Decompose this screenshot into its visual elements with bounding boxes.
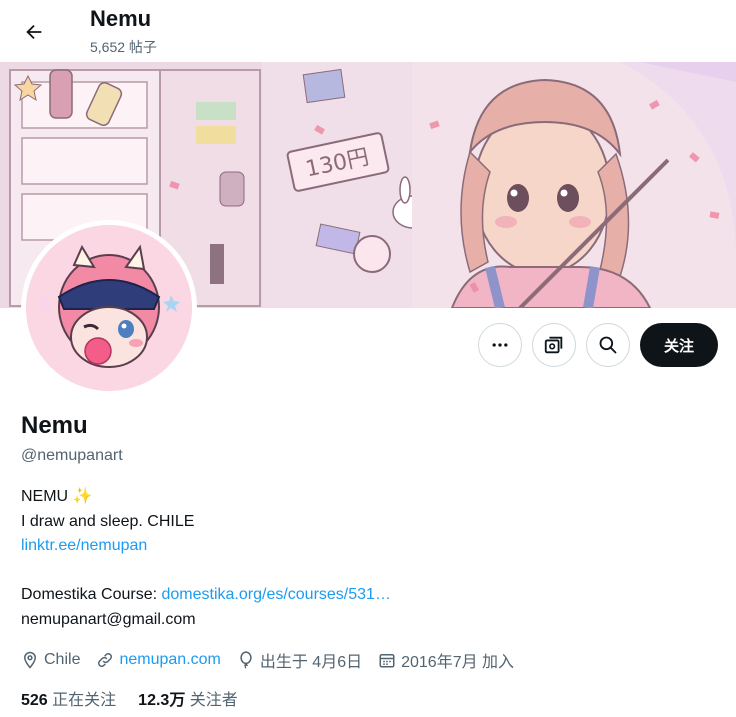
subscribe-icon xyxy=(544,336,563,354)
following-label: 正在关注 xyxy=(52,692,117,709)
birthday-text: 出生于 4月6日 xyxy=(259,654,363,671)
avatar-illustration xyxy=(26,225,192,391)
linktree-link[interactable]: linktr.ee/nemupan xyxy=(21,537,147,554)
following-count: 526 xyxy=(21,692,48,709)
more-icon xyxy=(492,343,508,347)
bio-spacer xyxy=(21,559,391,584)
profile-bio: NEMU ✨ I draw and sleep. CHILE linktr.ee… xyxy=(21,485,391,632)
profile-stats: 526 正在关注 12.3万 关注者 xyxy=(21,686,238,710)
birthday-item: 出生于 4月6日 xyxy=(237,648,362,672)
profile-name: Nemu xyxy=(21,412,88,439)
website-link[interactable]: nemupan.com xyxy=(119,651,220,669)
follow-button[interactable]: 关注 xyxy=(640,323,718,367)
course-link[interactable]: domestika.org/es/courses/531… xyxy=(162,586,391,603)
search-button[interactable] xyxy=(586,323,630,367)
profile-avatar[interactable] xyxy=(21,220,197,396)
calendar-icon xyxy=(379,654,395,668)
balloon-icon xyxy=(240,651,252,669)
profile-meta: Chile nemupan.com 出生于 4月6日 2016年7月 加入 xyxy=(21,648,514,672)
course-label: Domestika Course: xyxy=(21,586,162,603)
location-item: Chile xyxy=(21,651,80,669)
page-title: Nemu xyxy=(90,6,152,31)
joined-text: 2016年7月 加入 xyxy=(401,654,515,671)
followers-label: 关注者 xyxy=(189,692,238,709)
following-stat[interactable]: 526 正在关注 xyxy=(21,686,116,710)
profile-handle: @nemupanart xyxy=(21,447,123,464)
search-icon xyxy=(599,336,617,354)
bio-line-2: I draw and sleep. CHILE xyxy=(21,512,195,530)
arrow-left-icon xyxy=(26,24,42,40)
followers-stat[interactable]: 12.3万 关注者 xyxy=(138,686,238,710)
link-icon xyxy=(98,652,113,668)
bio-line-1: NEMU ✨ xyxy=(21,488,93,505)
bio-email: nemupanart@gmail.com xyxy=(21,610,196,628)
subscribe-button[interactable] xyxy=(532,323,576,367)
avatar xyxy=(26,225,192,391)
location-pin-icon xyxy=(23,651,37,669)
joined-item: 2016年7月 加入 xyxy=(378,648,514,672)
back-button[interactable] xyxy=(14,12,54,52)
location-text: Chile xyxy=(44,651,81,668)
profile-actions: 关注 xyxy=(478,323,718,367)
top-bar: Nemu 5,652 帖子 xyxy=(0,0,736,62)
more-button[interactable] xyxy=(478,323,522,367)
website-item: nemupan.com xyxy=(96,651,221,669)
followers-count: 12.3万 xyxy=(138,692,186,709)
post-count: 5,652 帖子 xyxy=(90,39,157,55)
